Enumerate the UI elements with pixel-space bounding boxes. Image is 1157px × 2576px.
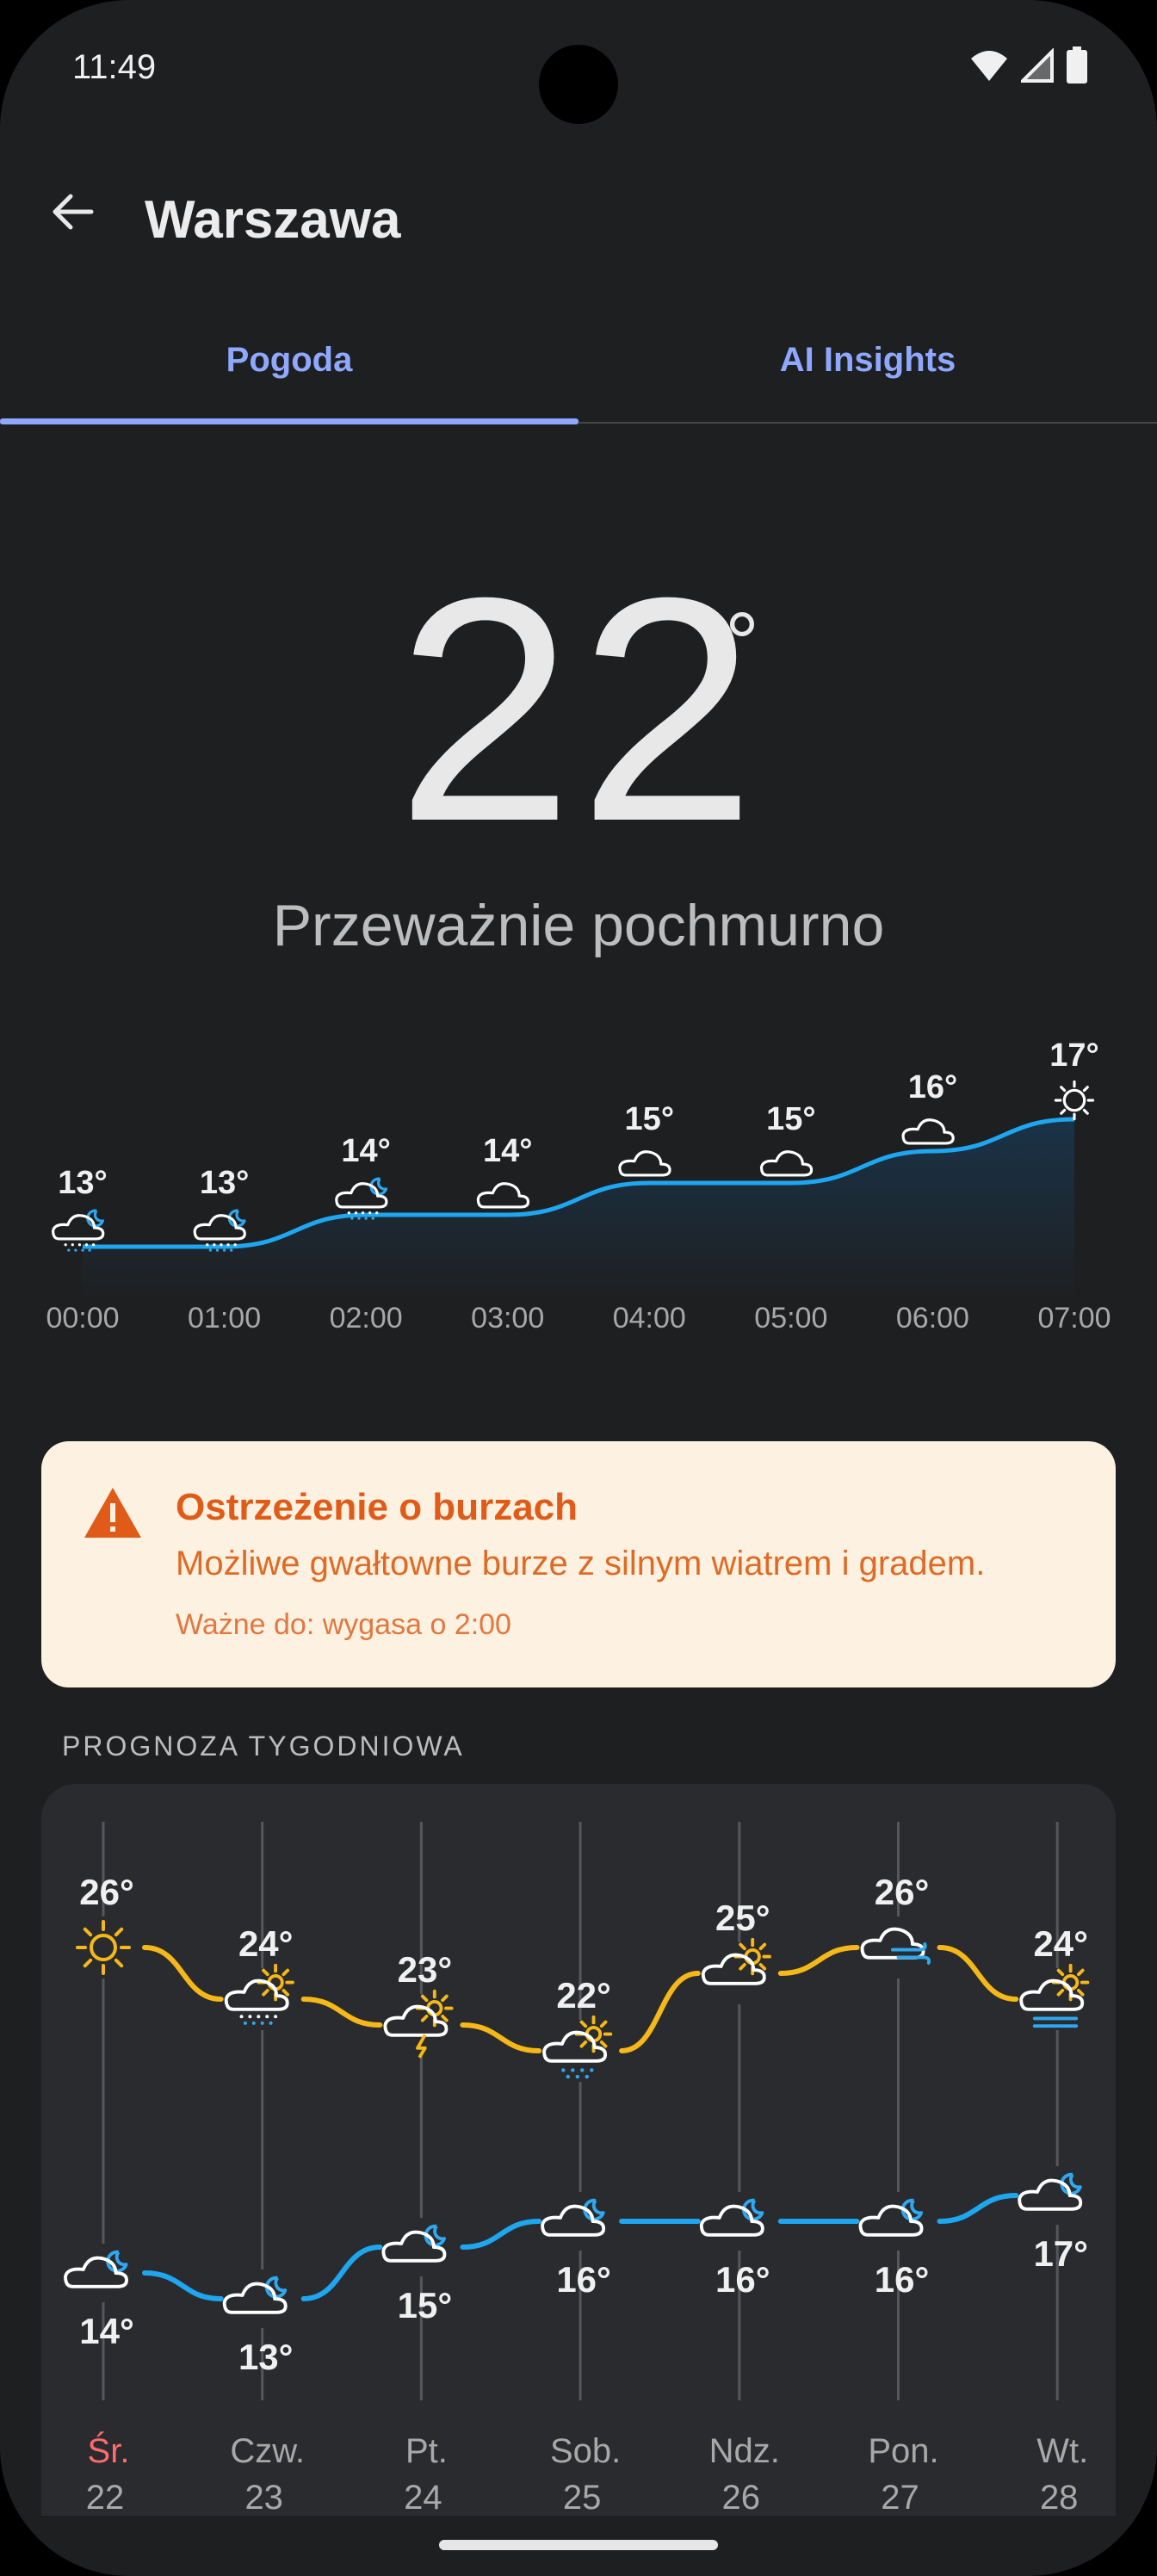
sun-icon <box>1054 1080 1095 1121</box>
weekly-day-name: Czw. <box>230 2432 305 2470</box>
weekly-high-label: 26° <box>79 1872 134 1912</box>
weekly-day-column[interactable]: 26° 16° Pon. 27 <box>858 1872 939 2516</box>
weekly-day-column[interactable]: 22° 16° Sob. 25 <box>541 1975 621 2516</box>
degree-symbol: ° <box>725 595 759 691</box>
weekly-day-name: Pon. <box>868 2432 938 2470</box>
weekly-day-date: 22 <box>86 2479 125 2516</box>
weekly-high-label: 24° <box>1033 1923 1088 1964</box>
gesture-nav-handle[interactable] <box>439 2540 718 2550</box>
hourly-temp-label: 16° <box>908 1069 957 1105</box>
weekly-high-label: 23° <box>398 1949 453 1990</box>
phone-screen: 11:49 Warszawa Pogoda AI Insights 22 ° P… <box>0 0 1157 2576</box>
alert-title: Ostrzeżenie o burzach <box>176 1486 578 1528</box>
cloud-icon <box>901 1118 955 1145</box>
hourly-time-label: 03:00 <box>471 1302 544 1334</box>
weekly-low-label: 13° <box>238 2337 294 2377</box>
signal-icon <box>1021 48 1054 83</box>
weekly-day-name: Śr. <box>88 2430 130 2470</box>
hourly-temp-label: 13° <box>58 1165 107 1201</box>
weekly-day-column[interactable]: 24° 13° Czw. 23 <box>222 1923 305 2516</box>
hourly-temp-label: 14° <box>483 1133 532 1169</box>
weekly-forecast-chart: 26° 14° Śr. 22 24° 13° Czw. 23 23° 15° Pt. 24 22° 16°… <box>64 1822 1094 2516</box>
weekly-day-column[interactable]: 24° 17° Wt. 28 <box>1018 1923 1094 2516</box>
alert-description: Możliwe gwałtowne burze z silnym wiatrem… <box>176 1545 986 1582</box>
current-condition: Przeważnie pochmurno <box>272 893 885 958</box>
hourly-area <box>83 1119 1074 1300</box>
hourly-time-label: 06:00 <box>896 1302 969 1334</box>
weekly-low-label: 15° <box>398 2285 453 2325</box>
battery-icon <box>1067 46 1087 84</box>
storm-alert-card[interactable]: Ostrzeżenie o burzach Możliwe gwałtowne … <box>41 1441 1116 1687</box>
weekly-day-name: Ndz. <box>709 2432 780 2470</box>
weekly-day-name: Wt. <box>1036 2432 1088 2470</box>
hourly-time-label: 00:00 <box>46 1302 119 1334</box>
weekly-day-date: 24 <box>404 2479 442 2516</box>
warning-icon <box>84 1488 141 1538</box>
hourly-temp-label: 15° <box>766 1101 815 1137</box>
cloud-icon <box>476 1182 530 1209</box>
hourly-temp-label: 13° <box>200 1165 249 1201</box>
weekly-day-date: 25 <box>563 2479 602 2516</box>
hourly-forecast-chart: 13° 00:00 13° 01:00 14° 02:00 14° 03:00 15° 04:00… <box>46 1037 1111 1334</box>
weekly-high-label: 24° <box>238 1923 294 1964</box>
status-icons <box>969 46 1088 84</box>
current-temperature: 22 <box>396 532 761 888</box>
weekly-section-label: PROGNOZA TYGODNIOWA <box>62 1731 465 1762</box>
alert-validity: Ważne do: wygasa o 2:00 <box>176 1608 511 1641</box>
hourly-temp-label: 17° <box>1049 1037 1098 1074</box>
cloud-icon <box>759 1150 814 1177</box>
hourly-time-label: 01:00 <box>188 1302 261 1334</box>
hourly-time-label: 07:00 <box>1037 1302 1111 1334</box>
tab-pogoda[interactable]: Pogoda <box>0 341 578 393</box>
hourly-time-label: 04:00 <box>613 1302 686 1334</box>
hourly-time-label: 02:00 <box>330 1302 403 1334</box>
tab-ai-insights[interactable]: AI Insights <box>578 341 1157 393</box>
weekly-low-label: 14° <box>79 2311 134 2351</box>
weekly-day-date: 26 <box>722 2479 761 2516</box>
weekly-day-column[interactable]: 23° 15° Pt. 24 <box>381 1949 458 2516</box>
weekly-day-column[interactable]: 25° 16° Ndz. 26 <box>699 1898 780 2516</box>
back-button[interactable] <box>45 184 100 239</box>
weekly-day-date: 23 <box>244 2479 283 2516</box>
arrow-back-icon <box>53 194 94 230</box>
page-title: Warszawa <box>145 190 401 250</box>
hourly-temp-label: 15° <box>625 1101 674 1137</box>
hourly-temp-label: 14° <box>341 1133 390 1169</box>
weekly-low-label: 16° <box>556 2259 611 2300</box>
tab-indicator <box>0 418 578 424</box>
weekly-day-date: 28 <box>1040 2479 1079 2516</box>
weekly-high-label: 22° <box>556 1975 611 2016</box>
weekly-forecast-card: 26° 14° Śr. 22 24° 13° Czw. 23 23° 15° Pt. 24 22° 16°… <box>41 1784 1116 2516</box>
weekly-day-date: 27 <box>881 2479 919 2516</box>
weekly-low-label: 17° <box>1033 2233 1088 2274</box>
weekly-high-label: 26° <box>875 1872 930 1912</box>
weekly-low-label: 16° <box>875 2259 930 2300</box>
wifi-icon <box>971 51 1007 81</box>
weekly-day-name: Sob. <box>550 2432 621 2470</box>
cloud-icon <box>618 1150 671 1177</box>
hourly-time-label: 05:00 <box>754 1302 827 1334</box>
camera-cutout <box>539 45 618 124</box>
status-time: 11:49 <box>72 48 157 86</box>
weekly-day-name: Pt. <box>405 2432 448 2470</box>
weekly-low-label: 16° <box>715 2259 770 2300</box>
weekly-high-label: 25° <box>715 1898 770 1938</box>
